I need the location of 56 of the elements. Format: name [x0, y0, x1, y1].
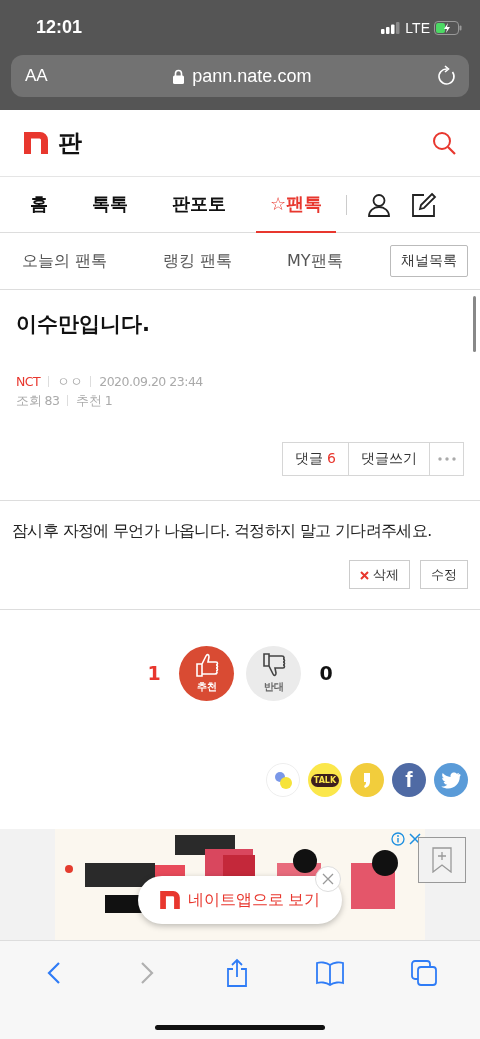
- post-title: 이수만입니다.: [16, 311, 151, 338]
- upvote-button[interactable]: 추천: [179, 645, 234, 701]
- band-share-icon[interactable]: [266, 763, 300, 797]
- sub-tab[interactable]: 오늘의 팬톡: [14, 250, 116, 272]
- scroll-indicator: [473, 296, 476, 352]
- address-bar[interactable]: AA pann.nate.com: [11, 55, 469, 97]
- post-date: 2020.09.20 23:44: [99, 373, 203, 391]
- reload-icon[interactable]: [437, 65, 457, 87]
- logo-icon: [159, 891, 180, 909]
- more-icon: [437, 457, 456, 461]
- lock-icon: [173, 68, 185, 84]
- twitter-share-icon[interactable]: [434, 763, 468, 797]
- status-time: 12:01: [36, 17, 83, 38]
- downvote-count: 0: [318, 662, 334, 684]
- profile-icon[interactable]: [367, 192, 392, 217]
- edit-button[interactable]: 수정: [420, 560, 468, 589]
- close-icon[interactable]: [409, 833, 421, 845]
- network-label: LTE: [405, 19, 430, 36]
- bookmarks-icon[interactable]: [314, 960, 345, 986]
- write-comment-button[interactable]: 댓글쓰기: [348, 442, 430, 476]
- url-text: pann.nate.com: [192, 65, 312, 87]
- comments-button[interactable]: 댓글 6: [281, 442, 349, 476]
- nav-tab[interactable]: 판포토: [158, 176, 240, 233]
- post-body: 잠시후 자정에 무언가 나옵니다. 걱정하지 말고 기다려주세요.: [12, 521, 433, 542]
- nav-tab[interactable]: 홈: [16, 176, 62, 233]
- open-in-app-banner[interactable]: 네이트앱으로 보기: [138, 876, 342, 924]
- thumbs-up-icon: [193, 652, 220, 678]
- channel-link[interactable]: NCT: [16, 372, 41, 391]
- nav-tab[interactable]: 톡톡: [78, 176, 142, 233]
- info-icon[interactable]: [391, 832, 405, 846]
- kakaotalk-share-button[interactable]: TALK: [308, 763, 342, 797]
- text-size-button[interactable]: AA: [25, 66, 48, 86]
- search-icon[interactable]: [432, 131, 456, 155]
- delete-icon: [360, 570, 369, 580]
- author-name: ㅇㅇ: [57, 373, 83, 391]
- view-count: 조회 83: [16, 392, 60, 410]
- logo-icon[interactable]: [24, 132, 48, 154]
- bookmark-button[interactable]: [418, 837, 466, 883]
- logo-text[interactable]: 판: [58, 127, 82, 159]
- facebook-share-button[interactable]: f: [392, 763, 426, 797]
- sub-tab[interactable]: 랭킹 팬톡: [154, 250, 240, 272]
- sub-tab[interactable]: MY팬톡: [279, 250, 351, 272]
- channel-list-button[interactable]: 채널목록: [390, 245, 468, 277]
- bookmark-icon: [432, 847, 452, 873]
- upvote-count: 1: [146, 662, 162, 684]
- delete-button[interactable]: 삭제: [349, 560, 410, 589]
- write-icon[interactable]: [411, 191, 438, 218]
- nav-tab[interactable]: ☆팬톡: [256, 176, 337, 233]
- tabs-icon[interactable]: [409, 959, 438, 987]
- battery-icon: [434, 20, 462, 35]
- downvote-button[interactable]: 반대: [246, 645, 301, 701]
- thumbs-down-icon: [260, 652, 287, 678]
- signal-icon: [381, 21, 402, 34]
- share-icon[interactable]: [224, 958, 250, 988]
- recommend-count: 추천 1: [76, 392, 113, 410]
- open-in-app-label[interactable]: 네이트앱으로 보기: [187, 889, 321, 911]
